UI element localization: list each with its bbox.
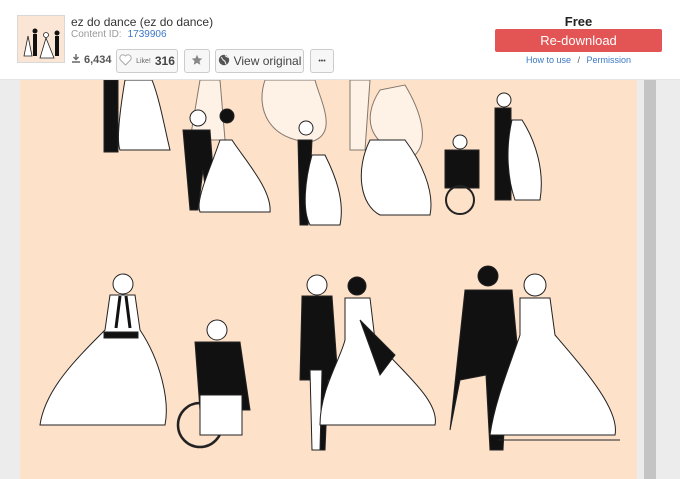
dance-illustration xyxy=(20,80,637,479)
content-title: ez do dance (ez do dance) xyxy=(71,15,214,29)
heart-icon xyxy=(119,53,132,69)
star-icon xyxy=(191,54,203,69)
content-id-link[interactable]: 1739906 xyxy=(128,29,167,40)
download-icon xyxy=(71,53,81,66)
download-count-value: 6,434 xyxy=(84,53,112,66)
left-margin xyxy=(0,80,20,479)
favorite-button[interactable] xyxy=(184,49,210,73)
redownload-button[interactable]: Re-download xyxy=(495,29,662,52)
content-thumbnail[interactable] xyxy=(17,15,65,63)
preview-image xyxy=(20,80,637,479)
like-button[interactable]: Like! 316 xyxy=(116,49,178,73)
content-id-label: Content ID: xyxy=(71,29,122,40)
help-links: How to use / Permission xyxy=(495,55,662,65)
ellipsis-icon: ••• xyxy=(318,57,326,65)
scrollbar[interactable] xyxy=(644,80,656,479)
like-count: 316 xyxy=(154,54,175,68)
permission-link[interactable]: Permission xyxy=(587,55,632,65)
content-id: Content ID: 1739906 xyxy=(71,29,167,40)
header-bar: ez do dance (ez do dance) Content ID: 173… xyxy=(0,0,680,80)
globe-icon xyxy=(218,54,230,69)
how-to-use-link[interactable]: How to use xyxy=(526,55,571,65)
view-original-label: View original xyxy=(233,54,302,68)
like-label: Like! xyxy=(136,57,151,65)
more-options-button[interactable]: ••• xyxy=(310,49,334,73)
download-count: 6,434 xyxy=(71,53,112,66)
price-label: Free xyxy=(564,14,593,29)
links-separator: / xyxy=(577,55,581,65)
view-original-button[interactable]: View original xyxy=(215,49,304,73)
